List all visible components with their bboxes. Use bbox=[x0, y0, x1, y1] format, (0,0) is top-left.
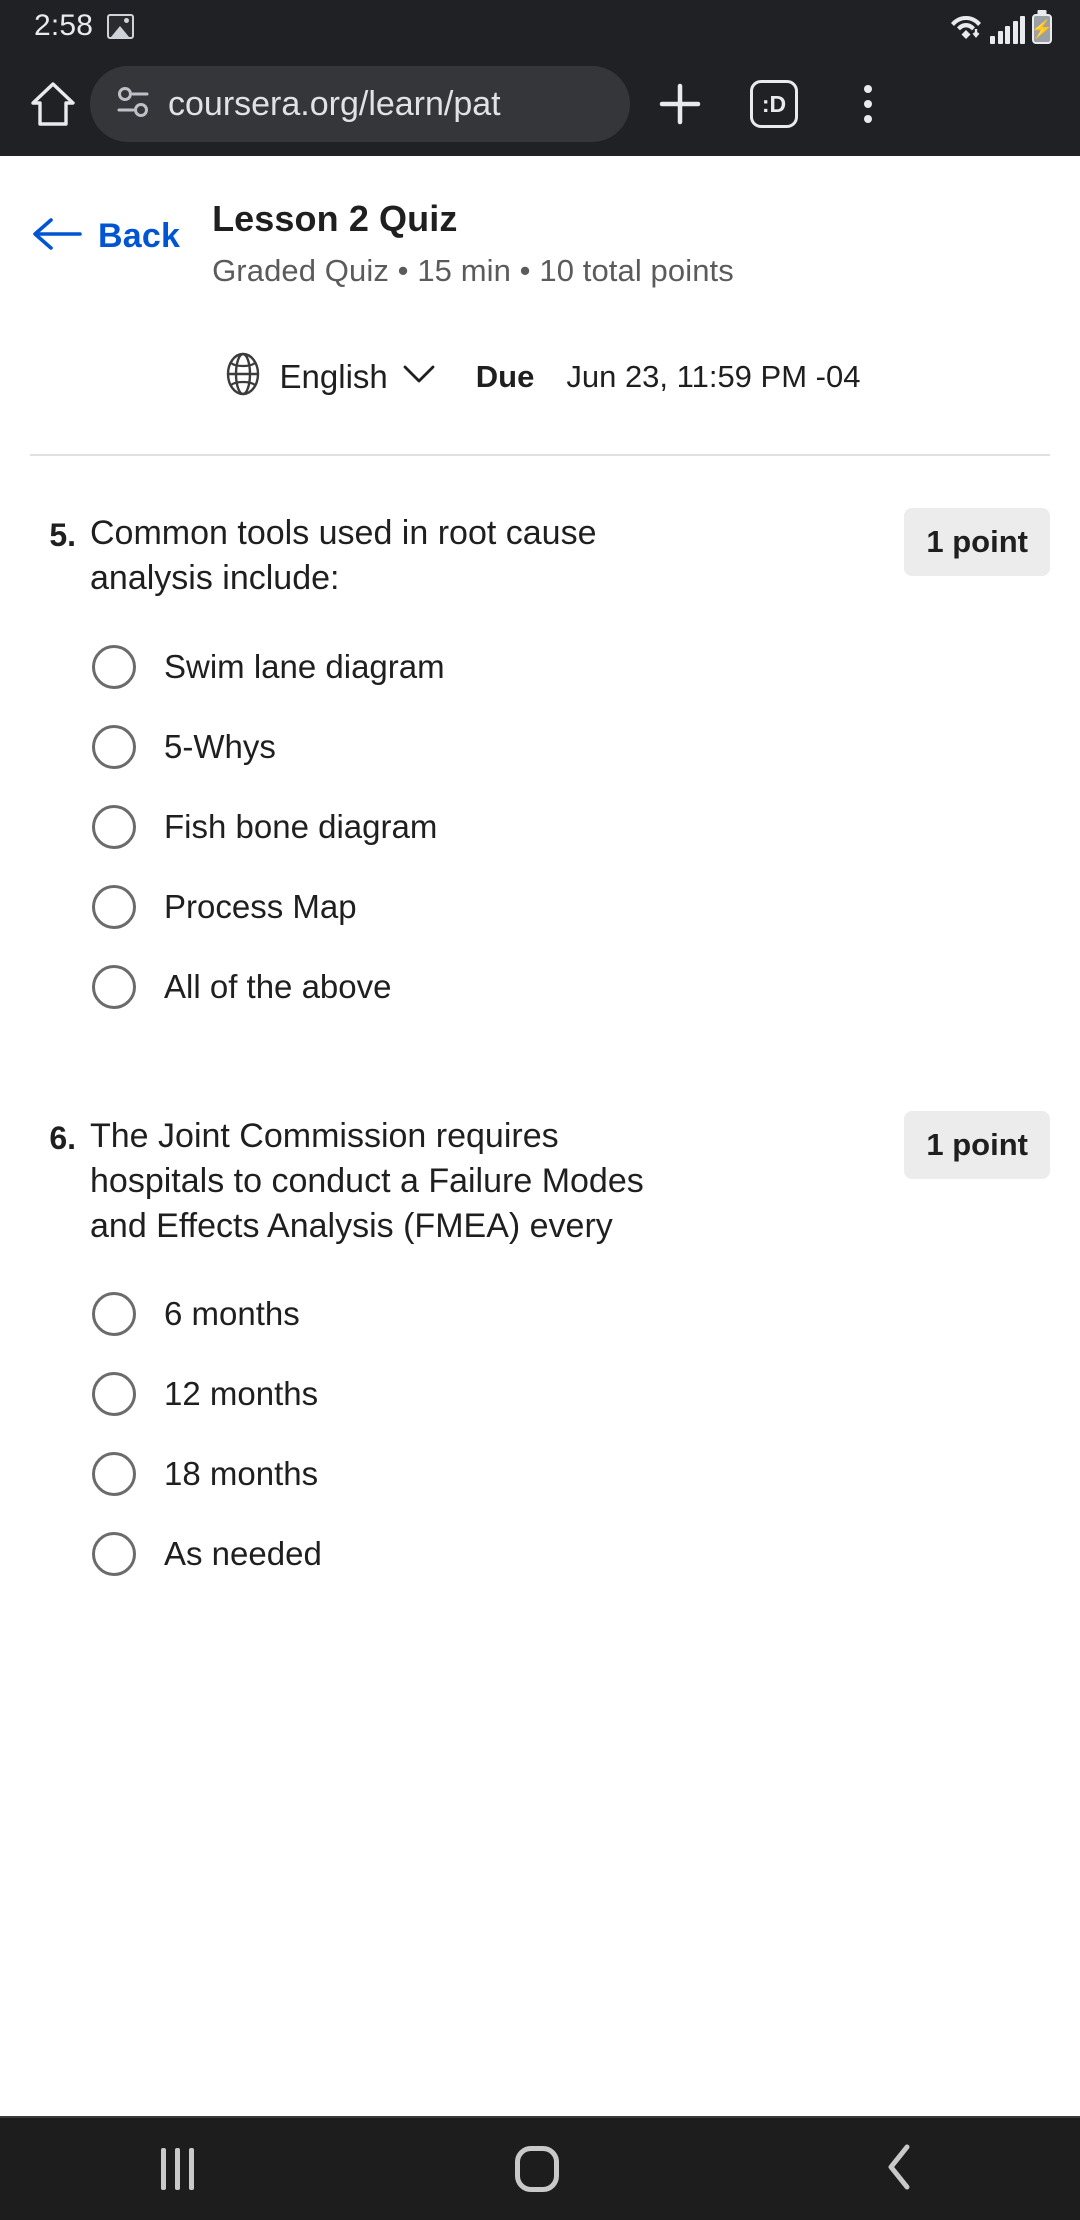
answer-option[interactable]: All of the above bbox=[92, 947, 1050, 1027]
page-info-icon[interactable] bbox=[116, 85, 150, 124]
question-list: 5. Common tools used in root cause analy… bbox=[0, 456, 1080, 1594]
radio-button-icon[interactable] bbox=[92, 1452, 136, 1497]
answer-option[interactable]: 5-Whys bbox=[92, 707, 1050, 787]
url-bar[interactable]: coursera.org/learn/pat bbox=[90, 66, 630, 142]
overflow-menu-button[interactable] bbox=[824, 60, 912, 148]
url-text: coursera.org/learn/pat bbox=[168, 84, 501, 123]
answer-option-label: Process Map bbox=[164, 887, 357, 925]
due-value: Jun 23, 11:59 PM -04 bbox=[566, 358, 861, 394]
radio-button-icon[interactable] bbox=[92, 1372, 136, 1417]
android-nav-bar bbox=[0, 2116, 1080, 2220]
quiz-meta-row: English Due Jun 23, 11:59 PM -04 bbox=[30, 351, 1050, 402]
radio-button-icon[interactable] bbox=[92, 644, 136, 689]
question-points-badge: 1 point bbox=[904, 508, 1050, 576]
back-button[interactable]: Back bbox=[30, 194, 180, 257]
answer-option-label: Swim lane diagram bbox=[164, 647, 445, 685]
language-selector[interactable]: English bbox=[220, 351, 436, 402]
home-button-icon[interactable] bbox=[514, 2146, 559, 2192]
status-clock: 2:58 bbox=[34, 9, 94, 42]
answer-option[interactable]: As needed bbox=[92, 1514, 1050, 1594]
status-bar: 2:58 ⚡ bbox=[0, 0, 1080, 52]
globe-icon bbox=[220, 351, 266, 402]
wifi-icon bbox=[949, 9, 983, 44]
answer-option[interactable]: Swim lane diagram bbox=[92, 627, 1050, 707]
image-icon bbox=[107, 13, 135, 39]
question-item: 6. The Joint Commission requires hospita… bbox=[30, 1027, 1050, 1595]
question-item: 5. Common tools used in root cause analy… bbox=[30, 456, 1050, 1027]
status-bar-left: 2:58 bbox=[34, 9, 135, 43]
tab-count-label: :D bbox=[750, 80, 798, 128]
home-icon[interactable] bbox=[22, 80, 84, 128]
back-button-icon[interactable] bbox=[880, 2141, 920, 2198]
page-title: Lesson 2 Quiz bbox=[212, 198, 458, 239]
answer-option-label: As needed bbox=[164, 1535, 322, 1573]
tab-switcher-button[interactable]: :D bbox=[730, 60, 818, 148]
answer-option-label: 18 months bbox=[164, 1455, 319, 1493]
answer-option[interactable]: 12 months bbox=[92, 1354, 1050, 1434]
due-label: Due bbox=[475, 358, 535, 394]
recent-apps-icon[interactable] bbox=[160, 2148, 194, 2190]
cellular-signal-icon bbox=[990, 15, 1025, 44]
radio-button-icon[interactable] bbox=[92, 724, 136, 769]
chevron-down-icon bbox=[402, 363, 436, 390]
radio-button-icon[interactable] bbox=[92, 964, 136, 1009]
page-content: Back Lesson 2 Quiz Graded Quiz • 15 min … bbox=[0, 156, 1080, 2116]
overflow-menu-icon bbox=[864, 85, 872, 123]
answer-option-label: All of the above bbox=[164, 967, 392, 1005]
question-number: 6. bbox=[49, 1119, 76, 1156]
new-tab-button[interactable] bbox=[636, 60, 724, 148]
answer-options: Swim lane diagram 5-Whys Fish bone diagr… bbox=[30, 627, 1050, 1027]
battery-charging-icon: ⚡ bbox=[1031, 13, 1053, 44]
language-label: English bbox=[279, 357, 388, 395]
browser-toolbar: coursera.org/learn/pat :D bbox=[0, 52, 1080, 156]
radio-button-icon[interactable] bbox=[92, 804, 136, 849]
radio-button-icon[interactable] bbox=[92, 884, 136, 929]
question-text: The Joint Commission requires hospitals … bbox=[90, 1116, 644, 1245]
answer-option[interactable]: 18 months bbox=[92, 1434, 1050, 1514]
status-bar-right: ⚡ bbox=[949, 9, 1053, 44]
quiz-header-row: Back Lesson 2 Quiz Graded Quiz • 15 min … bbox=[30, 194, 1050, 289]
answer-option-label: 5-Whys bbox=[164, 727, 276, 765]
quiz-title-block: Lesson 2 Quiz Graded Quiz • 15 min • 10 … bbox=[190, 194, 734, 289]
answer-options: 6 months 12 months 18 months As needed bbox=[30, 1274, 1050, 1594]
question-head: 6. The Joint Commission requires hospita… bbox=[30, 1110, 1050, 1249]
arrow-left-icon bbox=[30, 216, 82, 257]
answer-option[interactable]: Fish bone diagram bbox=[92, 787, 1050, 867]
quiz-header: Back Lesson 2 Quiz Graded Quiz • 15 min … bbox=[0, 156, 1080, 456]
answer-option[interactable]: 6 months bbox=[92, 1274, 1050, 1354]
answer-option-label: 6 months bbox=[164, 1295, 300, 1333]
answer-option[interactable]: Process Map bbox=[92, 867, 1050, 947]
back-label: Back bbox=[98, 217, 181, 255]
answer-option-label: Fish bone diagram bbox=[164, 807, 438, 845]
radio-button-icon[interactable] bbox=[92, 1532, 136, 1577]
question-head: 5. Common tools used in root cause analy… bbox=[30, 508, 1050, 601]
quiz-subtitle: Graded Quiz • 15 min • 10 total points bbox=[212, 253, 734, 288]
radio-button-icon[interactable] bbox=[92, 1292, 136, 1337]
question-text: Common tools used in root cause analysis… bbox=[90, 514, 597, 597]
question-number: 5. bbox=[49, 517, 76, 553]
question-points-badge: 1 point bbox=[904, 1110, 1050, 1179]
answer-option-label: 12 months bbox=[164, 1375, 319, 1413]
